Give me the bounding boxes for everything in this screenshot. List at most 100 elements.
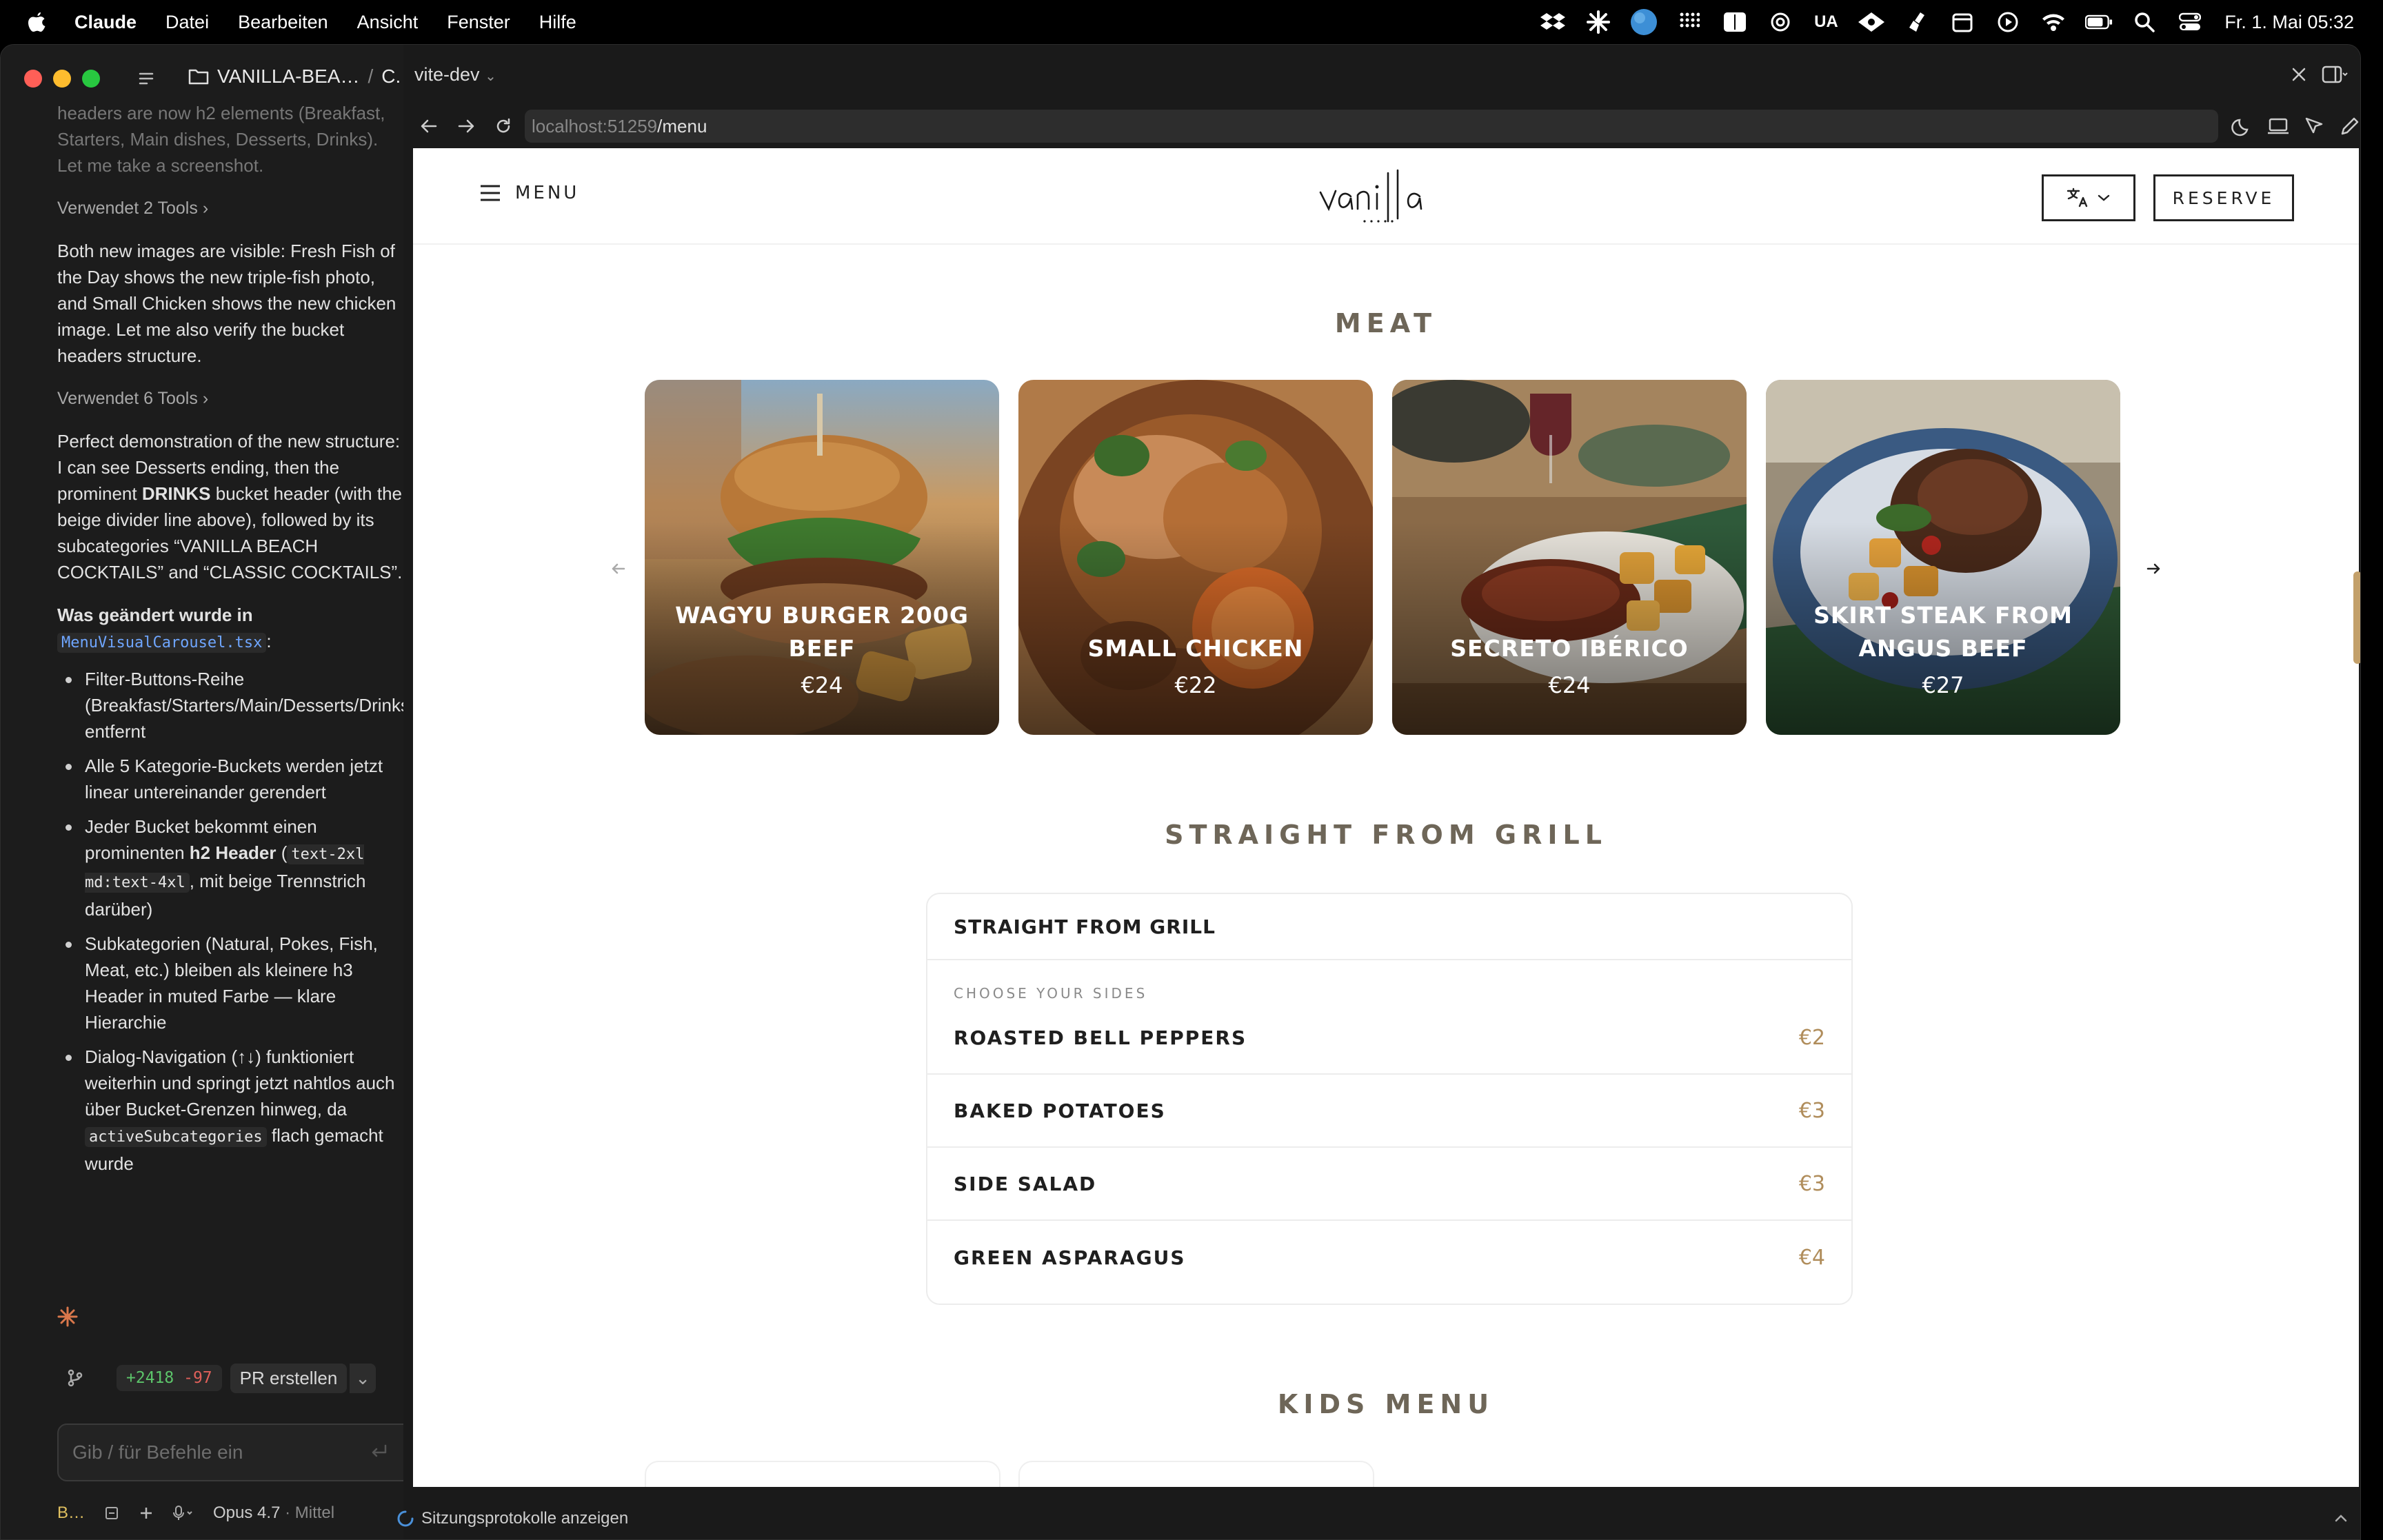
meat-carousel: WAGYU BURGER 200G BEEF €24 SMALL CHICKEN… — [413, 380, 2359, 738]
list-item: Alle 5 Kategorie-Buckets werden jetzt li… — [57, 753, 403, 805]
menu-toggle-button[interactable]: MENU — [479, 183, 579, 203]
chevron-up-icon[interactable] — [2333, 1510, 2349, 1527]
wifi-icon[interactable] — [2040, 8, 2067, 36]
dark-mode-icon[interactable] — [2231, 114, 2254, 138]
chevron-down-icon: ⌄ — [485, 68, 496, 84]
reload-icon[interactable] — [492, 114, 515, 138]
chat-footer: B… Opus 4.7 · Mittel — [57, 1497, 354, 1530]
diamond-icon[interactable] — [1858, 8, 1885, 36]
menu-hilfe[interactable]: Hilfe — [539, 12, 576, 33]
tab-vite-dev[interactable]: vite-dev ⌄ — [414, 64, 496, 85]
menu-bearbeiten[interactable]: Bearbeiten — [238, 12, 328, 33]
project-name: VANILLA-BEA… — [217, 65, 360, 87]
list-item: Jeder Bucket bekommt einen prominenten h… — [57, 813, 403, 922]
faded-message-text: headers are now h2 elements (Breakfast, … — [57, 103, 385, 176]
close-icon[interactable] — [2289, 64, 2309, 85]
status-area: UA Fr. 1. Mai 05:32 — [1521, 0, 2354, 44]
window-manager-icon[interactable] — [1721, 8, 1749, 36]
calendar-icon[interactable] — [1949, 8, 1976, 36]
add-icon[interactable] — [139, 1506, 154, 1521]
prompt-placeholder: Gib / für Befehle ein — [72, 1441, 243, 1463]
browser-tab-bar: vite-dev ⌄ — [403, 45, 2360, 104]
carousel-card-wagyu-burger[interactable]: WAGYU BURGER 200G BEEF €24 — [645, 380, 999, 735]
play-circle-icon[interactable] — [1994, 8, 2022, 36]
spotlight-search-icon[interactable] — [2131, 8, 2158, 36]
carousel-card-small-chicken[interactable]: SMALL CHICKEN €22 — [1018, 380, 1373, 735]
minimize-window-button[interactable] — [53, 70, 71, 88]
breadcrumb-separator: / — [368, 65, 374, 87]
carousel-prev-button[interactable] — [598, 548, 639, 589]
app-window: VANILLA-BEA… / C. headers are now h2 ele… — [0, 44, 2361, 1540]
diff-stats: +2418 -97 — [117, 1365, 222, 1391]
menu-row-baked-potatoes[interactable]: BAKED POTATOES €3 — [927, 1075, 1851, 1148]
back-arrow-icon[interactable] — [417, 114, 441, 138]
session-log-link[interactable]: Sitzungsprotokolle anzeigen — [421, 1509, 628, 1528]
battery-icon[interactable] — [2085, 8, 2113, 36]
select-element-icon[interactable] — [2302, 114, 2326, 138]
tools-disclosure-1[interactable]: Verwendet 2 Tools › — [57, 195, 403, 221]
web-viewport[interactable]: MEAT WAGYU BURGER 200G BEEF €24 SMALL CH… — [413, 148, 2359, 1487]
microphone-icon[interactable] — [173, 1505, 194, 1521]
chat-transcript[interactable]: headers are now h2 elements (Breakfast, … — [57, 100, 403, 1299]
tools-disclosure-2[interactable]: Verwendet 6 Tools › — [57, 385, 403, 412]
chevron-right-icon: › — [202, 389, 209, 408]
menu-app-name[interactable]: Claude — [74, 12, 137, 33]
menu-row-side-salad[interactable]: SIDE SALAD €3 — [927, 1148, 1851, 1221]
branch-selector[interactable]: B… — [57, 1503, 85, 1523]
menu-row-green-asparagus[interactable]: GREEN ASPARAGUS €4 — [927, 1221, 1851, 1294]
page-scrollbar-thumb[interactable] — [2353, 571, 2360, 664]
control-center-icon[interactable] — [2176, 8, 2204, 36]
branch-icon[interactable] — [57, 1360, 93, 1396]
pr-toolbar: +2418 -97 PR erstellen ⌄ — [57, 1355, 376, 1401]
close-window-button[interactable] — [24, 70, 42, 88]
split-view-icon[interactable] — [2320, 64, 2348, 85]
project-suffix: C. — [381, 65, 401, 87]
menu-datei[interactable]: Datei — [165, 12, 209, 33]
attach-icon[interactable] — [104, 1506, 119, 1521]
chevron-down-icon[interactable]: ⌄ — [350, 1363, 376, 1393]
menu-fenster[interactable]: Fenster — [447, 12, 510, 33]
carousel-next-button[interactable] — [2133, 548, 2174, 589]
forward-arrow-icon[interactable] — [454, 114, 478, 138]
menu-row-roasted-bell-peppers[interactable]: ROASTED BELL PEPPERS €2 — [927, 1002, 1851, 1075]
create-pr-button[interactable]: PR erstellen — [230, 1363, 348, 1393]
globe-avatar-icon[interactable] — [1630, 8, 1658, 36]
menu-ansicht[interactable]: Ansicht — [357, 12, 419, 33]
grid-dots-icon[interactable] — [1676, 8, 1703, 36]
arrow-left-icon — [612, 563, 625, 574]
claude-spark-icon — [57, 1306, 78, 1327]
device-icon[interactable] — [2266, 114, 2290, 138]
edit-pencil-icon[interactable] — [2338, 114, 2361, 138]
card-price: €24 — [801, 672, 843, 698]
window-controls — [24, 70, 111, 88]
list-item: Subkategorien (Natural, Pokes, Fish, Mea… — [57, 931, 403, 1035]
model-selector[interactable]: Opus 4.7 · Mittel — [213, 1503, 334, 1523]
broom-icon[interactable] — [1903, 8, 1931, 36]
reserve-button[interactable]: RESERVE — [2153, 174, 2294, 221]
site-header: MENU RESERVE — [413, 148, 2359, 245]
apple-icon[interactable] — [28, 11, 47, 33]
kids-card-placeholder[interactable] — [1018, 1461, 1374, 1487]
vanilla-logo-icon[interactable] — [1316, 166, 1440, 228]
card-title: WAGYU BURGER 200G BEEF — [675, 602, 969, 662]
clock[interactable]: Fr. 1. Mai 05:32 — [2224, 12, 2354, 33]
grill-box-title: STRAIGHT FROM GRILL — [927, 894, 1851, 960]
sidebar-toggle-icon[interactable] — [136, 68, 157, 89]
carousel-card-skirt-steak[interactable]: SKIRT STEAK FROM ANGUS BEEF €27 — [1766, 380, 2120, 735]
carousel-card-secreto-iberico[interactable]: SECRETO IBÉRICO €24 — [1392, 380, 1747, 735]
return-icon[interactable] — [368, 1441, 390, 1463]
kids-card-placeholder[interactable] — [645, 1461, 1001, 1487]
claude-spark-icon[interactable] — [1585, 8, 1612, 36]
language-selector-button[interactable] — [2042, 174, 2135, 221]
chat-pane: VANILLA-BEA… / C. headers are now h2 ele… — [1, 45, 416, 1539]
dropbox-icon[interactable] — [1539, 8, 1567, 36]
card-title: SKIRT STEAK FROM ANGUS BEEF — [1813, 602, 2073, 662]
prompt-input[interactable]: Gib / für Befehle ein — [57, 1424, 416, 1481]
keyboard-layout-indicator[interactable]: UA — [1812, 8, 1840, 36]
zoom-window-button[interactable] — [82, 70, 100, 88]
card-title: SMALL CHICKEN — [1087, 635, 1304, 662]
address-bar[interactable]: localhost:51259/menu — [525, 110, 2218, 143]
openai-icon[interactable] — [1767, 8, 1794, 36]
card-price: €27 — [1922, 672, 1964, 698]
project-breadcrumb[interactable]: VANILLA-BEA… / C. — [188, 65, 401, 88]
